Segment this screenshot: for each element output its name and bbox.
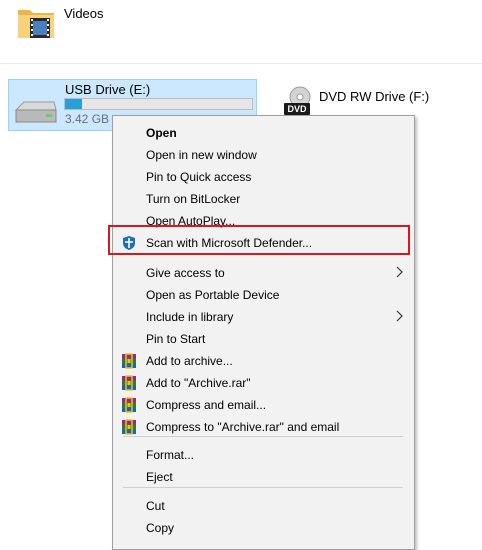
menu-item-label: Open in new window <box>146 148 257 162</box>
menu-item-label: Eject <box>146 470 173 484</box>
usb-free-space: 3.42 GB free <box>65 112 111 126</box>
menu-item-open-in-new-window[interactable]: Open in new window <box>113 144 414 166</box>
menu-item-add-to-archive[interactable]: Add to archive... <box>113 350 414 372</box>
chevron-right-icon <box>396 310 404 322</box>
winrar-icon <box>121 397 137 413</box>
menu-item-label: Add to archive... <box>146 354 233 368</box>
menu-item-add-to-archive-rar[interactable]: Add to "Archive.rar" <box>113 372 414 394</box>
video-folder-icon[interactable] <box>16 2 56 42</box>
usb-drive-label: USB Drive (E:) <box>65 82 151 97</box>
menu-item-label: Pin to Quick access <box>146 170 252 184</box>
section-divider <box>0 63 482 64</box>
menu-item-label: Copy <box>146 521 175 535</box>
winrar-icon <box>121 353 137 369</box>
menu-item-open[interactable]: Open <box>113 122 414 144</box>
chevron-right-icon <box>396 266 404 278</box>
menu-item-label: Compress to "Archive.rar" and email <box>146 420 340 434</box>
winrar-icon <box>121 375 137 391</box>
menu-item-compress-and-email[interactable]: Compress and email... <box>113 394 414 416</box>
menu-item-eject[interactable]: Eject <box>113 466 414 488</box>
menu-item-pin-to-quick-access[interactable]: Pin to Quick access <box>113 166 414 188</box>
usb-capacity-fill <box>65 99 82 109</box>
menu-item-label: Give access to <box>146 266 225 280</box>
usb-drive-icon <box>14 98 58 128</box>
menu-item-cut[interactable]: Cut <box>113 495 414 517</box>
menu-item-include-in-library[interactable]: Include in library <box>113 306 414 328</box>
winrar-icon <box>121 419 137 435</box>
menu-item-label: Include in library <box>146 310 234 324</box>
menu-item-turn-on-bitlocker[interactable]: Turn on BitLocker <box>113 188 414 210</box>
menu-item-label: Pin to Start <box>146 332 206 346</box>
dvd-badge-text: DVD <box>287 104 307 114</box>
context-menu: Open Open in new window Pin to Quick acces… <box>112 115 415 550</box>
dvd-drive-label[interactable]: DVD RW Drive (F:) <box>319 89 429 104</box>
menu-item-pin-to-start[interactable]: Pin to Start <box>113 328 414 350</box>
menu-item-label: Cut <box>146 499 165 513</box>
videos-folder-label[interactable]: Videos <box>64 6 104 21</box>
highlight-annotation <box>108 225 410 255</box>
menu-item-label: Add to "Archive.rar" <box>146 376 251 390</box>
menu-item-label: Open <box>146 126 177 140</box>
menu-item-format[interactable]: Format... <box>113 444 414 466</box>
menu-item-compress-to-archive-rar-and-email[interactable]: Compress to "Archive.rar" and email <box>113 416 414 438</box>
menu-item-open-as-portable-device[interactable]: Open as Portable Device <box>113 284 414 306</box>
menu-item-copy[interactable]: Copy <box>113 517 414 539</box>
menu-item-label: Open as Portable Device <box>146 288 280 302</box>
menu-item-label: Turn on BitLocker <box>146 192 241 206</box>
menu-item-give-access-to[interactable]: Give access to <box>113 262 414 284</box>
menu-item-label: Compress and email... <box>146 398 267 412</box>
dvd-drive-icon[interactable]: DVD <box>282 86 314 116</box>
usb-capacity-bar <box>64 98 253 110</box>
menu-item-label: Format... <box>146 448 195 462</box>
